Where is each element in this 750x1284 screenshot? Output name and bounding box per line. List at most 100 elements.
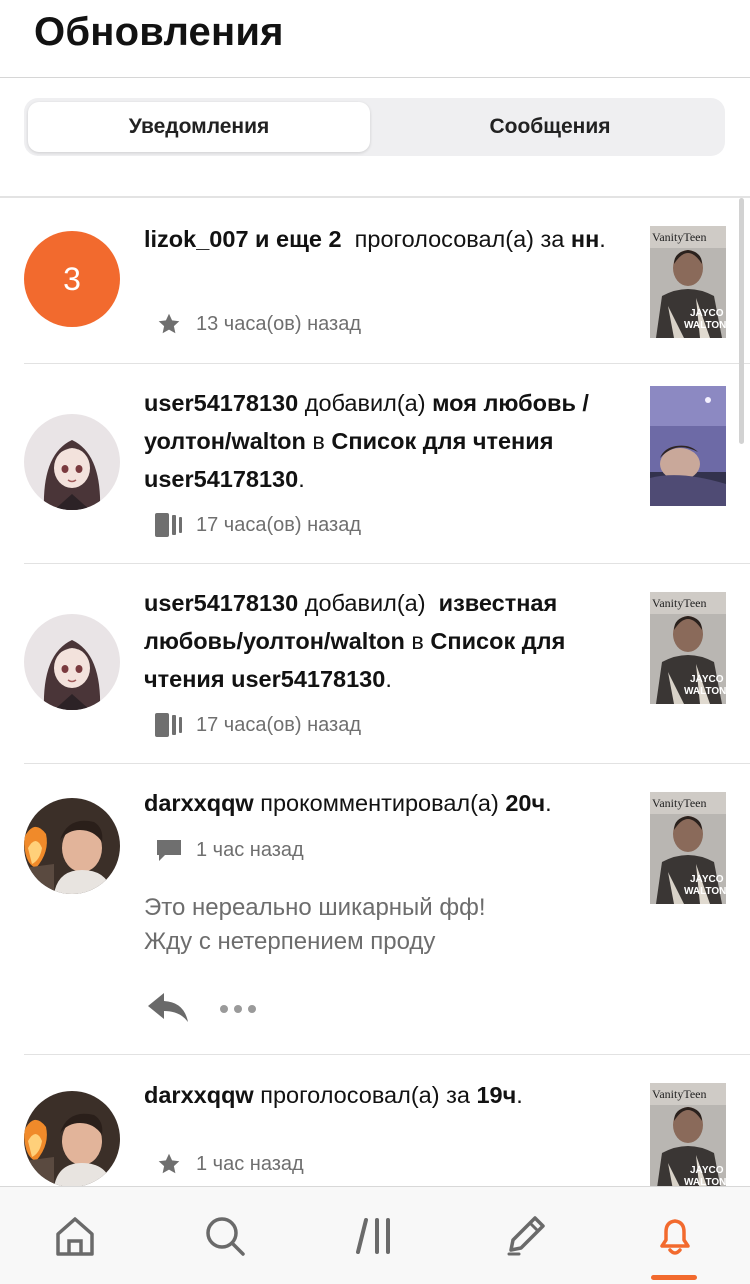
cover-image-icon: VanityTeen JAYCO WALTON	[650, 592, 726, 704]
cover-image-icon	[650, 386, 726, 506]
notification-text: user54178130 добавил(а) известная любовь…	[144, 584, 629, 698]
comment-actions	[144, 990, 258, 1026]
anime-avatar-icon	[24, 614, 120, 710]
library-icon	[356, 1218, 390, 1254]
tab-messages[interactable]: Сообщения	[379, 102, 721, 152]
story-cover-thumbnail[interactable]: VanityTeen JAYCO WALTON	[650, 592, 726, 704]
cover-brand: VanityTeen	[652, 596, 706, 610]
comment-icon	[154, 837, 184, 863]
period: .	[516, 1082, 523, 1108]
active-tab-indicator	[651, 1275, 697, 1280]
home-icon	[56, 1217, 94, 1256]
cover-title-line: JAYCO	[690, 674, 724, 685]
photo-avatar-icon	[24, 1091, 120, 1186]
user-avatar[interactable]	[24, 798, 120, 894]
notification-item[interactable]: user54178130 добавил(а) моя любовь /уолт…	[0, 364, 750, 564]
actor-link[interactable]: user54178130	[144, 390, 298, 416]
star-icon	[154, 1151, 184, 1177]
period: .	[298, 466, 305, 492]
cover-image-icon: VanityTeen JAYCO WALTON	[650, 1083, 726, 1186]
notification-meta: 17 часа(ов) назад	[154, 512, 361, 538]
more-options-icon[interactable]	[218, 1002, 258, 1014]
page-title: Обновления	[34, 10, 284, 54]
notification-meta: 1 час назад	[154, 1151, 304, 1177]
timestamp: 1 час назад	[196, 838, 304, 861]
nav-notifications[interactable]	[600, 1187, 750, 1284]
header: Обновления	[0, 0, 750, 78]
timestamp: 17 часа(ов) назад	[196, 713, 361, 736]
user-avatar[interactable]	[24, 1091, 120, 1186]
cover-brand: VanityTeen	[652, 1087, 706, 1101]
scrollbar[interactable]	[739, 198, 744, 444]
notification-item[interactable]: darxxqqw проголосовал(а) за 19ч. 1 час н…	[0, 1055, 750, 1186]
cover-title-line: WALTON	[684, 1177, 726, 1186]
grouped-count-avatar[interactable]: 3	[24, 231, 120, 327]
cover-title-line: JAYCO	[690, 1165, 724, 1176]
notification-item[interactable]: 3 lizok_007 и еще 2 проголосовал(а) за н…	[0, 198, 750, 364]
notification-text: darxxqqw прокомментировал(а) 20ч.	[144, 784, 629, 822]
actor-link[interactable]: darxxqqw	[144, 790, 254, 816]
action-text: добавил(а)	[304, 390, 426, 416]
photo-avatar-icon	[24, 798, 120, 894]
actor-link[interactable]: darxxqqw	[144, 1082, 254, 1108]
comment-line: Жду с нетерпением проду	[144, 928, 436, 955]
notification-item[interactable]: darxxqqw прокомментировал(а) 20ч. 1 час …	[0, 764, 750, 1055]
action-text: добавил(а)	[304, 590, 426, 616]
story-cover-thumbnail[interactable]	[650, 386, 726, 506]
tabs-segmented-control: Уведомления Сообщения	[24, 98, 725, 156]
timestamp: 1 час назад	[196, 1152, 304, 1175]
notification-meta: 13 часа(ов) назад	[154, 311, 361, 337]
timestamp: 17 часа(ов) назад	[196, 513, 361, 536]
notification-text: darxxqqw проголосовал(а) за 19ч.	[144, 1076, 629, 1114]
nav-search[interactable]	[150, 1187, 300, 1284]
nav-write[interactable]	[450, 1187, 600, 1284]
action-text: прокомментировал(а)	[260, 790, 499, 816]
cover-brand: VanityTeen	[652, 230, 706, 244]
actor-link[interactable]: lizok_007 и еще 2	[144, 226, 342, 252]
cover-title-line: WALTON	[684, 886, 726, 897]
cover-title-line: WALTON	[684, 320, 726, 331]
actor-link[interactable]: user54178130	[144, 590, 298, 616]
story-cover-thumbnail[interactable]: VanityTeen JAYCO WALTON	[650, 226, 726, 338]
period: .	[599, 226, 606, 252]
user-avatar[interactable]	[24, 414, 120, 510]
notification-item[interactable]: user54178130 добавил(а) известная любовь…	[0, 564, 750, 764]
notification-text: lizok_007 и еще 2 проголосовал(а) за нн.	[144, 220, 629, 258]
write-icon	[507, 1216, 545, 1256]
notification-text: user54178130 добавил(а) моя любовь /уолт…	[144, 384, 629, 498]
action-text: проголосовал(а) за	[260, 1082, 470, 1108]
cover-title-line: JAYCO	[690, 874, 724, 885]
connector-text: в	[312, 428, 325, 454]
comment-line: Это нереально шикарный фф!	[144, 894, 486, 921]
period: .	[385, 666, 392, 692]
cover-brand: VanityTeen	[652, 796, 706, 810]
notification-meta: 1 час назад	[154, 837, 304, 863]
tab-notifications[interactable]: Уведомления	[28, 102, 370, 152]
notification-meta: 17 часа(ов) назад	[154, 712, 361, 738]
anime-avatar-icon	[24, 414, 120, 510]
nav-library[interactable]	[300, 1187, 450, 1284]
comment-text: Это нереально шикарный фф! Жду с нетерпе…	[144, 891, 624, 959]
cover-image-icon: VanityTeen JAYCO WALTON	[650, 226, 726, 338]
bottom-navigation	[0, 1186, 750, 1284]
connector-text: в	[411, 628, 424, 654]
action-text: проголосовал(а) за	[354, 226, 565, 252]
cover-image-icon: VanityTeen JAYCO WALTON	[650, 792, 726, 904]
cover-title-line: WALTON	[684, 686, 726, 697]
reading-list-icon	[154, 512, 184, 538]
reading-list-icon	[154, 712, 184, 738]
story-cover-thumbnail[interactable]: VanityTeen JAYCO WALTON	[650, 1083, 726, 1186]
story-cover-thumbnail[interactable]: VanityTeen JAYCO WALTON	[650, 792, 726, 904]
cover-title-line: JAYCO	[690, 308, 724, 319]
period: .	[545, 790, 552, 816]
user-avatar[interactable]	[24, 614, 120, 710]
story-link[interactable]: нн	[571, 226, 599, 252]
notifications-feed[interactable]: 3 lizok_007 и еще 2 проголосовал(а) за н…	[0, 198, 750, 1186]
reply-icon[interactable]	[144, 990, 192, 1026]
story-link[interactable]: 20ч	[505, 790, 545, 816]
star-icon	[154, 311, 184, 337]
nav-home[interactable]	[0, 1187, 150, 1284]
search-icon	[206, 1217, 245, 1256]
story-link[interactable]: 19ч	[476, 1082, 516, 1108]
app: Обновления Уведомления Сообщения 3 lizok…	[0, 0, 750, 1284]
